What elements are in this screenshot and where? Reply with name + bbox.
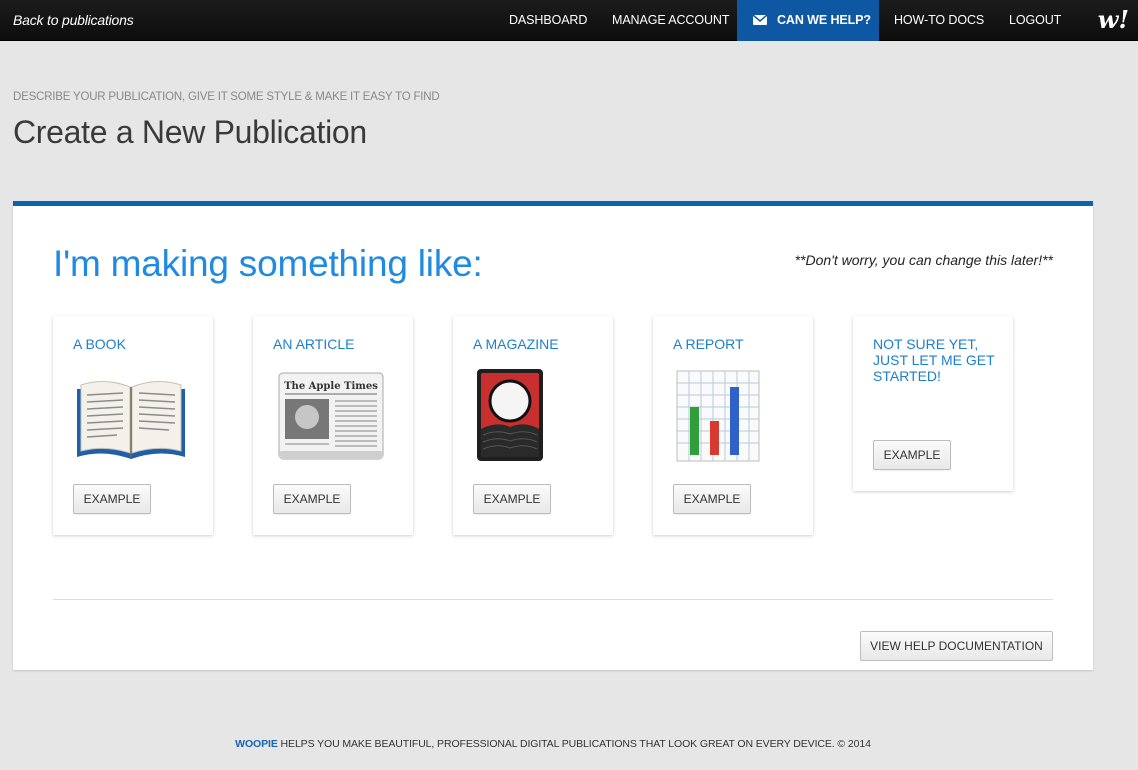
footer-brand[interactable]: WOOPIE xyxy=(235,738,278,750)
back-to-publications-link[interactable]: Back to publications xyxy=(13,12,134,28)
nav-manage-account[interactable]: MANAGE ACCOUNT xyxy=(612,0,729,41)
type-card-report[interactable]: A REPORT EXAMPLE xyxy=(653,316,813,535)
panel-heading: I'm making something like: xyxy=(53,243,483,284)
nav-how-to-docs[interactable]: HOW-TO DOCS xyxy=(894,0,984,41)
bar-chart-icon xyxy=(676,370,760,462)
card-title: NOT SURE YET, JUST LET ME GET STARTED! xyxy=(873,336,995,384)
nav-can-we-help-label: CAN WE HELP? xyxy=(777,13,871,27)
card-title: AN ARTICLE xyxy=(273,336,355,352)
type-card-article[interactable]: AN ARTICLE The Apple Times EXAMPLE xyxy=(253,316,413,535)
card-title: A MAGAZINE xyxy=(473,336,559,352)
page-title: Create a New Publication xyxy=(13,114,367,150)
newspaper-masthead: The Apple Times xyxy=(284,381,378,392)
envelope-icon xyxy=(753,15,767,25)
divider xyxy=(53,599,1053,600)
nav-can-we-help[interactable]: CAN WE HELP? xyxy=(737,0,879,41)
type-card-magazine[interactable]: A MAGAZINE EXAMPLE xyxy=(453,316,613,535)
example-button[interactable]: EXAMPLE xyxy=(273,484,351,514)
card-title: A REPORT xyxy=(673,336,744,352)
example-button[interactable]: EXAMPLE xyxy=(673,484,751,514)
card-title: A BOOK xyxy=(73,336,126,352)
type-card-book[interactable]: A BOOK EXAMPLE xyxy=(53,316,213,535)
footer: WOOPIE HELPS YOU MAKE BEAUTIFUL, PROFESS… xyxy=(0,738,1106,750)
example-button[interactable]: EXAMPLE xyxy=(873,440,951,470)
nav-logout[interactable]: LOGOUT xyxy=(1009,0,1061,41)
magazine-icon xyxy=(477,369,543,461)
publication-type-panel: I'm making something like: **Don't worry… xyxy=(13,201,1093,670)
woopie-logo[interactable]: w! xyxy=(1098,6,1129,34)
footer-text: HELPS YOU MAKE BEAUTIFUL, PROFESSIONAL D… xyxy=(277,738,871,750)
newspaper-icon: The Apple Times xyxy=(278,372,384,460)
open-book-icon xyxy=(77,381,185,459)
nav-dashboard[interactable]: DASHBOARD xyxy=(509,0,587,41)
example-button[interactable]: EXAMPLE xyxy=(73,484,151,514)
page-subheading: DESCRIBE YOUR PUBLICATION, GIVE IT SOME … xyxy=(13,91,440,103)
view-help-documentation-button[interactable]: VIEW HELP DOCUMENTATION xyxy=(860,631,1053,661)
top-nav-bar: Back to publications DASHBOARD MANAGE AC… xyxy=(0,0,1138,41)
example-button[interactable]: EXAMPLE xyxy=(473,484,551,514)
panel-note: **Don't worry, you can change this later… xyxy=(794,252,1053,268)
type-card-not-sure[interactable]: NOT SURE YET, JUST LET ME GET STARTED! E… xyxy=(853,316,1013,491)
